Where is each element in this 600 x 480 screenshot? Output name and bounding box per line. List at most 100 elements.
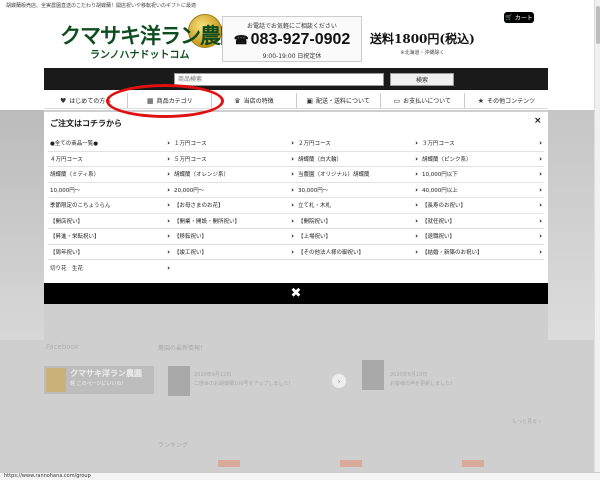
category-link[interactable]: 【その他法人様の御祝い】 › xyxy=(296,245,420,260)
category-link[interactable]: １万円コース › xyxy=(172,136,296,151)
news-more-link[interactable]: もっと見る › xyxy=(512,418,541,425)
truck-icon: ▣ xyxy=(306,96,313,105)
category-link[interactable]: 【開業・開設・開所祝い】 › xyxy=(172,214,296,229)
chevron-right-icon: › xyxy=(291,247,294,256)
nav-item-payment[interactable]: ▭ お支払いについて xyxy=(381,93,465,108)
category-link[interactable]: 【周年祝い】 › xyxy=(48,245,172,260)
category-link[interactable]: 20,000円〜 › xyxy=(172,183,296,198)
category-label: 胡蝶蘭（オレンジ系） xyxy=(174,172,230,179)
news-link[interactable]: お客様の声を更新しました！ xyxy=(390,380,455,387)
payment-card-icon: ▭ xyxy=(393,96,401,105)
category-link[interactable]: 切り花 生花 › xyxy=(48,260,172,276)
modal-title: ご注文はコチラから xyxy=(50,119,122,128)
category-link[interactable]: ４万円コース › xyxy=(48,152,172,167)
phone-number[interactable]: ☎ 083-927-0902 xyxy=(223,31,361,49)
category-link[interactable]: 【竣工祝い】 › xyxy=(172,245,296,260)
star-icon: ★ xyxy=(477,96,485,105)
chevron-right-icon: › xyxy=(539,170,542,179)
news-next-arrow-icon[interactable]: › xyxy=(332,374,346,388)
category-label: 10,000円以下 xyxy=(422,172,458,179)
category-label: 【就任祝い】 xyxy=(422,218,456,225)
search-bar: 検索 xyxy=(44,68,548,90)
category-label: 【移転祝い】 xyxy=(174,234,208,241)
category-link[interactable]: 【昇進・栄転祝い】 › xyxy=(48,229,172,244)
category-label: 胡蝶蘭（ピンク系） xyxy=(422,156,472,163)
chevron-right-icon: › xyxy=(539,201,542,210)
heart-icon: ♥ xyxy=(59,96,67,105)
category-link[interactable]: 【就任祝い】 › xyxy=(420,214,544,229)
site-logo[interactable]: クマサキ洋ラン農園 ランノハナドットコム xyxy=(50,14,241,64)
category-link[interactable]: 【開院祝い】 › xyxy=(296,214,420,229)
category-link[interactable]: 胡蝶蘭（ピンク系） › xyxy=(420,152,544,167)
chevron-right-icon: › xyxy=(167,154,170,163)
shipping-price: 送料1800円(税込) xyxy=(370,32,475,46)
nav-item-shipping[interactable]: ▣ 配送・送料について xyxy=(297,93,381,108)
category-link[interactable]: 40,000円以上 › xyxy=(420,183,544,198)
category-link[interactable]: 【長寿のお祝い】 › xyxy=(420,198,544,213)
category-label: 【退職祝い】 xyxy=(422,234,456,241)
category-link[interactable]: 当農園（オリジナル）胡蝶蘭 › xyxy=(296,167,420,182)
logo-sub-text: ランノハナドットコム xyxy=(90,50,190,61)
chevron-right-icon: › xyxy=(167,263,170,272)
category-label: 【その他法人様の御祝い】 xyxy=(298,249,365,256)
category-label: 40,000円以上 xyxy=(422,187,458,194)
category-link[interactable]: ５万円コース › xyxy=(172,152,296,167)
ranking-badge xyxy=(340,460,362,467)
category-label: 立て札・木札 xyxy=(298,203,332,210)
chevron-right-icon: › xyxy=(539,216,542,225)
news-link[interactable]: 二度目のお胡蝶蘭100号をアップしました！ xyxy=(194,380,294,387)
nav-item-categories[interactable]: ▦ 商品カテゴリ xyxy=(128,93,213,108)
category-link[interactable]: 30,000円〜 › xyxy=(296,183,420,198)
category-link[interactable]: 【上場祝い】 › xyxy=(296,229,420,244)
chevron-right-icon: › xyxy=(167,139,170,148)
cart-button[interactable]: 🛒 カート xyxy=(504,12,534,23)
category-link[interactable]: 【開店祝い】 › xyxy=(48,214,172,229)
category-label: 【上場祝い】 xyxy=(298,234,332,241)
category-link[interactable]: 【退職祝い】 › xyxy=(420,229,544,244)
category-link[interactable]: 胡蝶蘭（オレンジ系） › xyxy=(172,167,296,182)
category-row: 【周年祝い】 › 【竣工祝い】 › 【その他法人様の御祝い】 › 【結婚・新築のお祝い… xyxy=(48,245,544,260)
chevron-right-icon: › xyxy=(539,247,542,256)
ranking-heading: ランキング xyxy=(158,442,188,449)
chevron-right-icon: › xyxy=(415,185,418,194)
category-grid: ●全ての商品一覧● › １万円コース › ２万円コース › ３万円コース › ４万円コー… xyxy=(48,136,544,276)
category-label: 【結婚・新築のお祝い】 xyxy=(422,249,483,256)
chevron-right-icon: › xyxy=(415,247,418,256)
search-input[interactable] xyxy=(174,73,384,86)
nav-label: 当店の特徴 xyxy=(243,98,274,105)
scrollbar-thumb[interactable] xyxy=(596,6,600,44)
category-link[interactable]: 【お母さまのお花】 › xyxy=(172,198,296,213)
category-label: 当農園（オリジナル）胡蝶蘭 xyxy=(298,172,370,179)
chevron-right-icon: › xyxy=(415,154,418,163)
category-row: 【開店祝い】 › 【開業・開設・開所祝い】 › 【開院祝い】 › 【就任祝い】 › xyxy=(48,214,544,229)
category-link[interactable]: 【移転祝い】 › xyxy=(172,229,296,244)
chevron-right-icon: › xyxy=(415,216,418,225)
modal-footer-close[interactable]: ✖ xyxy=(44,283,548,304)
nav-item-other[interactable]: ★ その他コンテンツ xyxy=(465,93,548,108)
search-button[interactable]: 検索 xyxy=(390,73,454,86)
ranking-badge xyxy=(218,460,240,467)
chevron-right-icon: › xyxy=(167,247,170,256)
nav-label: 商品カテゴリ xyxy=(156,98,193,105)
scrollbar[interactable] xyxy=(594,0,600,472)
category-link[interactable]: 【結婚・新築のお祝い】 › xyxy=(420,245,544,260)
nav-label: 配送・送料について xyxy=(316,98,370,105)
modal-close-icon[interactable]: × xyxy=(534,116,542,126)
news-heading: 農園の最新情報！ xyxy=(158,345,207,352)
category-label: ５万円コース xyxy=(174,156,207,163)
category-link[interactable]: ３万円コース › xyxy=(420,136,544,151)
category-link[interactable]: 立て札・木札 › xyxy=(296,198,420,213)
category-label: 【竣工祝い】 xyxy=(174,249,208,256)
category-link[interactable]: 胡蝶蘭（ミディ系） › xyxy=(48,167,172,182)
category-link[interactable]: 10,000円以下 › xyxy=(420,167,544,182)
nav-item-first-time[interactable]: ♥ はじめての方へ xyxy=(44,93,129,108)
category-link[interactable]: ●全ての商品一覧● › xyxy=(48,136,172,151)
category-link[interactable]: 10,000円〜 › xyxy=(48,183,172,198)
chevron-right-icon: › xyxy=(291,185,294,194)
category-link[interactable]: 胡蝶蘭（白大輪） › xyxy=(296,152,420,167)
category-link[interactable]: ２万円コース › xyxy=(296,136,420,151)
category-link[interactable]: 季節限定のこちょうらん › xyxy=(48,198,172,213)
chevron-right-icon: › xyxy=(167,232,170,241)
nav-item-features[interactable]: ♛ 当店の特徴 xyxy=(212,93,297,108)
trophy-icon: ♛ xyxy=(234,96,241,105)
